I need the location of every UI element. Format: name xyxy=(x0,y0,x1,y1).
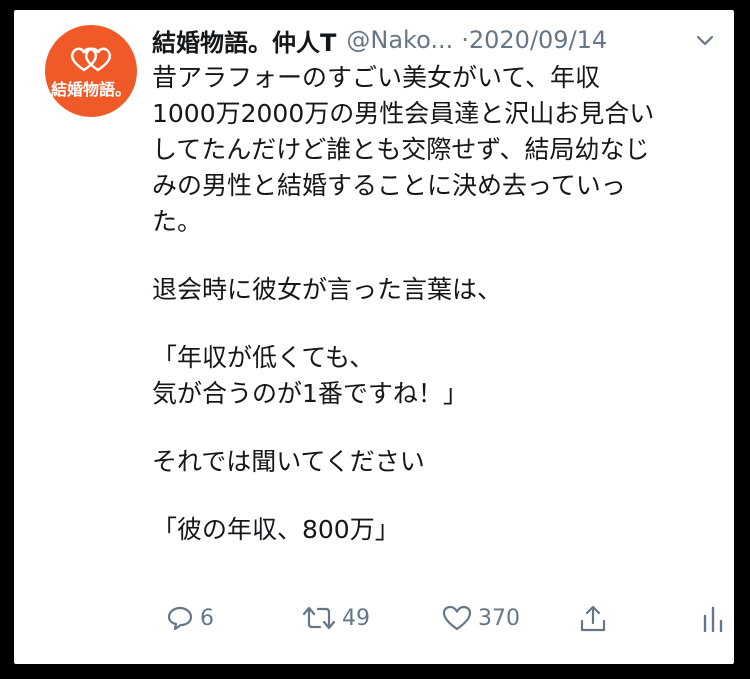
tweet-line: してたんだけど誰とも交際せず、結局幼なじ xyxy=(152,135,650,164)
avatar-logo-text: 結婚物語。 xyxy=(50,80,131,99)
tweet-line: 「彼の年収、800万」 xyxy=(152,515,400,544)
heart-logo-icon xyxy=(70,47,112,72)
user-handle[interactable]: @Nako... xyxy=(346,26,453,54)
tweet-header: 結婚物語。仲人T @Nako... ·2020/09/14 xyxy=(152,20,720,60)
chevron-down-icon[interactable] xyxy=(694,30,716,52)
tweet-line: 気が合うのが1番ですね！」 xyxy=(152,379,468,408)
avatar[interactable]: 結婚物語。 xyxy=(45,25,137,117)
reply-button[interactable]: 6 xyxy=(166,604,214,632)
tweet-line: 退会時に彼女が言った言葉は、 xyxy=(152,275,503,304)
like-icon xyxy=(442,605,472,631)
reply-icon xyxy=(167,606,193,631)
retweet-button[interactable]: 49 xyxy=(302,604,370,632)
date-separator: · xyxy=(461,26,469,54)
tweet-line: た。 xyxy=(152,207,203,236)
date-text: 2020/09/14 xyxy=(468,26,608,54)
tweet-actions: 6 49 370 xyxy=(152,604,723,644)
like-count: 370 xyxy=(478,605,520,631)
tweet-line: 昔アラフォーのすごい美女がいて、年収 xyxy=(152,63,601,92)
reply-count: 6 xyxy=(200,605,214,631)
tweet-line: 「年収が低くても、 xyxy=(152,343,375,372)
analytics-icon xyxy=(703,606,723,633)
retweet-count: 49 xyxy=(342,605,370,631)
tweet-line: みの男性と結婚することに決め去っていっ xyxy=(152,171,626,200)
share-button[interactable] xyxy=(578,604,608,634)
share-icon xyxy=(580,605,606,632)
tweet-line: 1000万2000万の男性会員達と沢山お見合い xyxy=(152,99,655,128)
analytics-button[interactable] xyxy=(702,604,724,634)
tweet-card[interactable]: 結婚物語。 結婚物語。仲人T @Nako... ·2020/09/14 昔アラフ… xyxy=(14,10,734,664)
tweet-date[interactable]: ·2020/09/14 xyxy=(461,26,607,54)
tweet-line: それでは聞いてください xyxy=(152,447,425,476)
display-name[interactable]: 結婚物語。仲人T xyxy=(152,23,336,58)
tweet-text: 昔アラフォーのすごい美女がいて、年収 1000万2000万の男性会員達と沢山お見… xyxy=(152,60,718,548)
retweet-icon xyxy=(302,606,336,630)
like-button[interactable]: 370 xyxy=(442,604,520,632)
